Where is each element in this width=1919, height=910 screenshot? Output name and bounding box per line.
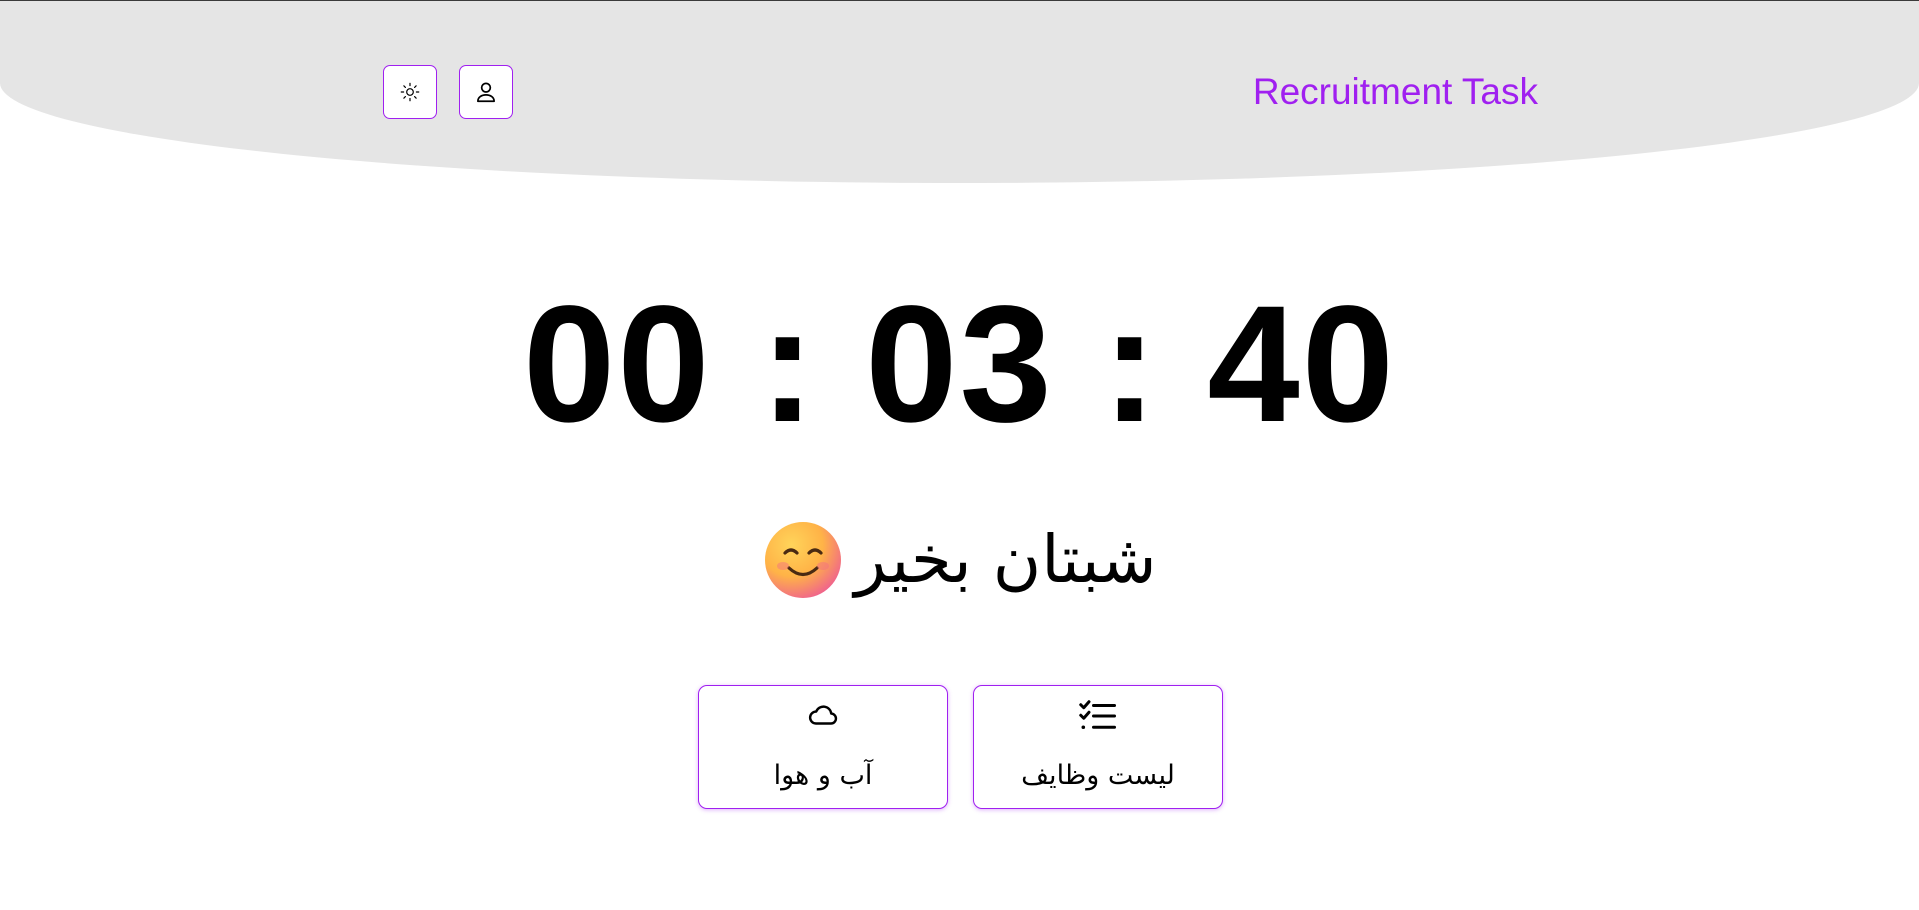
task-list-card[interactable]: لیست وظایف xyxy=(973,685,1223,809)
clock-seconds: 40 xyxy=(1207,272,1397,457)
user-icon xyxy=(473,79,499,105)
greeting-text: شبتان بخیر xyxy=(854,521,1157,598)
cloud-icon xyxy=(806,698,840,732)
profile-button[interactable] xyxy=(459,65,513,119)
page: Recruitment Task 00 : 03 : 40 شبتان بخیر… xyxy=(0,0,1919,910)
weather-card-label: آب و هوا xyxy=(773,760,873,791)
header-bar: Recruitment Task xyxy=(0,1,1919,183)
greeting: شبتان بخیر xyxy=(0,512,1919,608)
countdown-clock: 00 : 03 : 40 xyxy=(0,270,1919,460)
brand-title[interactable]: Recruitment Task xyxy=(1180,69,1538,115)
clock-hours: 00 xyxy=(522,272,712,457)
weather-card[interactable]: آب و هوا xyxy=(698,685,948,809)
clock-minutes: 03 xyxy=(865,272,1054,457)
clock-separator: : xyxy=(1101,272,1160,457)
clock-separator: : xyxy=(759,272,818,457)
checklist-icon xyxy=(1078,698,1118,734)
task-list-card-label: لیست وظایف xyxy=(1021,760,1175,791)
sun-icon xyxy=(399,81,421,103)
weather-card-icon-wrap xyxy=(699,698,947,732)
smiling-face-icon xyxy=(763,520,843,600)
task-card-icon-wrap xyxy=(974,698,1222,734)
theme-toggle-button[interactable] xyxy=(383,65,437,119)
